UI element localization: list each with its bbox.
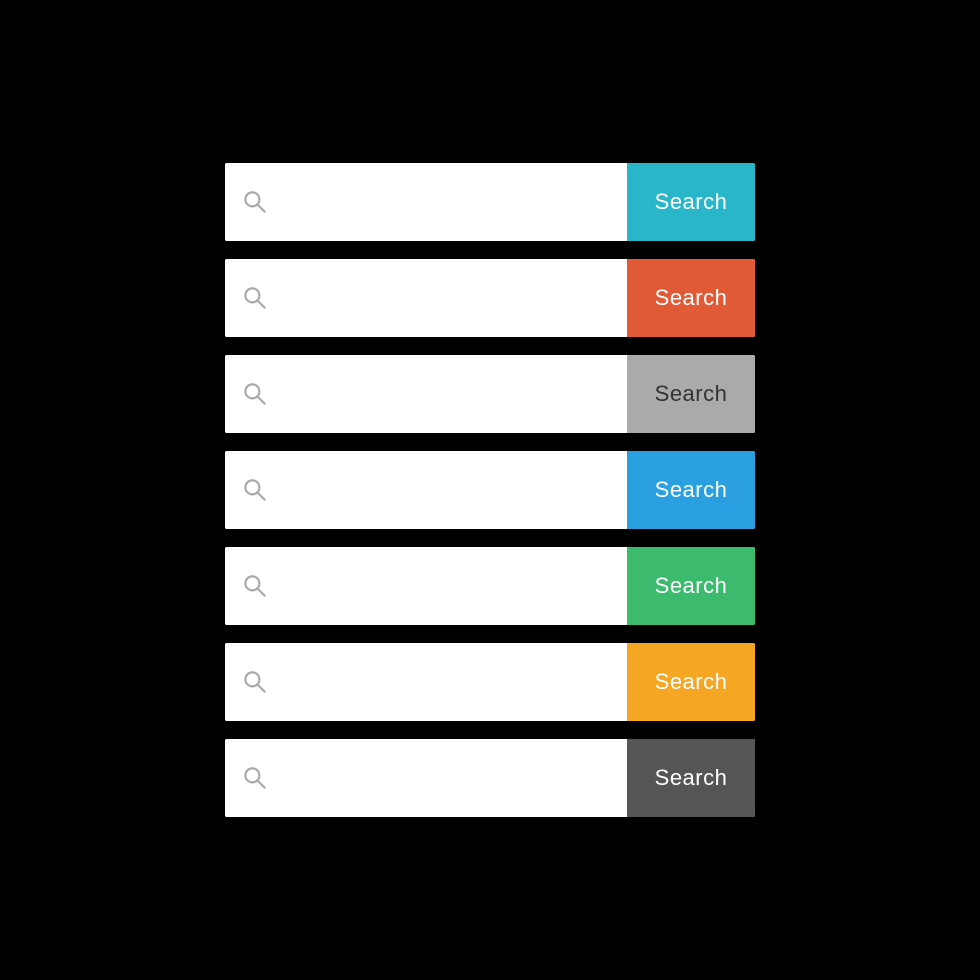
- search-bar-3: Search: [225, 355, 755, 433]
- search-input-area: [225, 547, 627, 625]
- search-button-6[interactable]: Search: [627, 643, 755, 721]
- search-icon: [241, 188, 269, 216]
- search-bar-7: Search: [225, 739, 755, 817]
- search-icon: [241, 572, 269, 600]
- search-bar-4: Search: [225, 451, 755, 529]
- search-bar-2: Search: [225, 259, 755, 337]
- search-button-5[interactable]: Search: [627, 547, 755, 625]
- search-bar-6: Search: [225, 643, 755, 721]
- search-button-1[interactable]: Search: [627, 163, 755, 241]
- search-input[interactable]: [277, 672, 611, 693]
- search-input-area: [225, 163, 627, 241]
- search-input[interactable]: [277, 384, 611, 405]
- search-bar-5: Search: [225, 547, 755, 625]
- search-input-area: [225, 739, 627, 817]
- search-bars-container: Search Search Search Search Search Searc…: [225, 163, 755, 817]
- search-input-area: [225, 355, 627, 433]
- search-input[interactable]: [277, 576, 611, 597]
- search-input[interactable]: [277, 192, 611, 213]
- search-button-4[interactable]: Search: [627, 451, 755, 529]
- search-icon: [241, 380, 269, 408]
- search-button-3[interactable]: Search: [627, 355, 755, 433]
- search-input[interactable]: [277, 288, 611, 309]
- search-input-area: [225, 643, 627, 721]
- search-icon: [241, 764, 269, 792]
- search-icon: [241, 284, 269, 312]
- search-input[interactable]: [277, 480, 611, 501]
- search-button-2[interactable]: Search: [627, 259, 755, 337]
- search-icon: [241, 668, 269, 696]
- search-input-area: [225, 259, 627, 337]
- search-input-area: [225, 451, 627, 529]
- search-input[interactable]: [277, 768, 611, 789]
- search-bar-1: Search: [225, 163, 755, 241]
- search-button-7[interactable]: Search: [627, 739, 755, 817]
- search-icon: [241, 476, 269, 504]
